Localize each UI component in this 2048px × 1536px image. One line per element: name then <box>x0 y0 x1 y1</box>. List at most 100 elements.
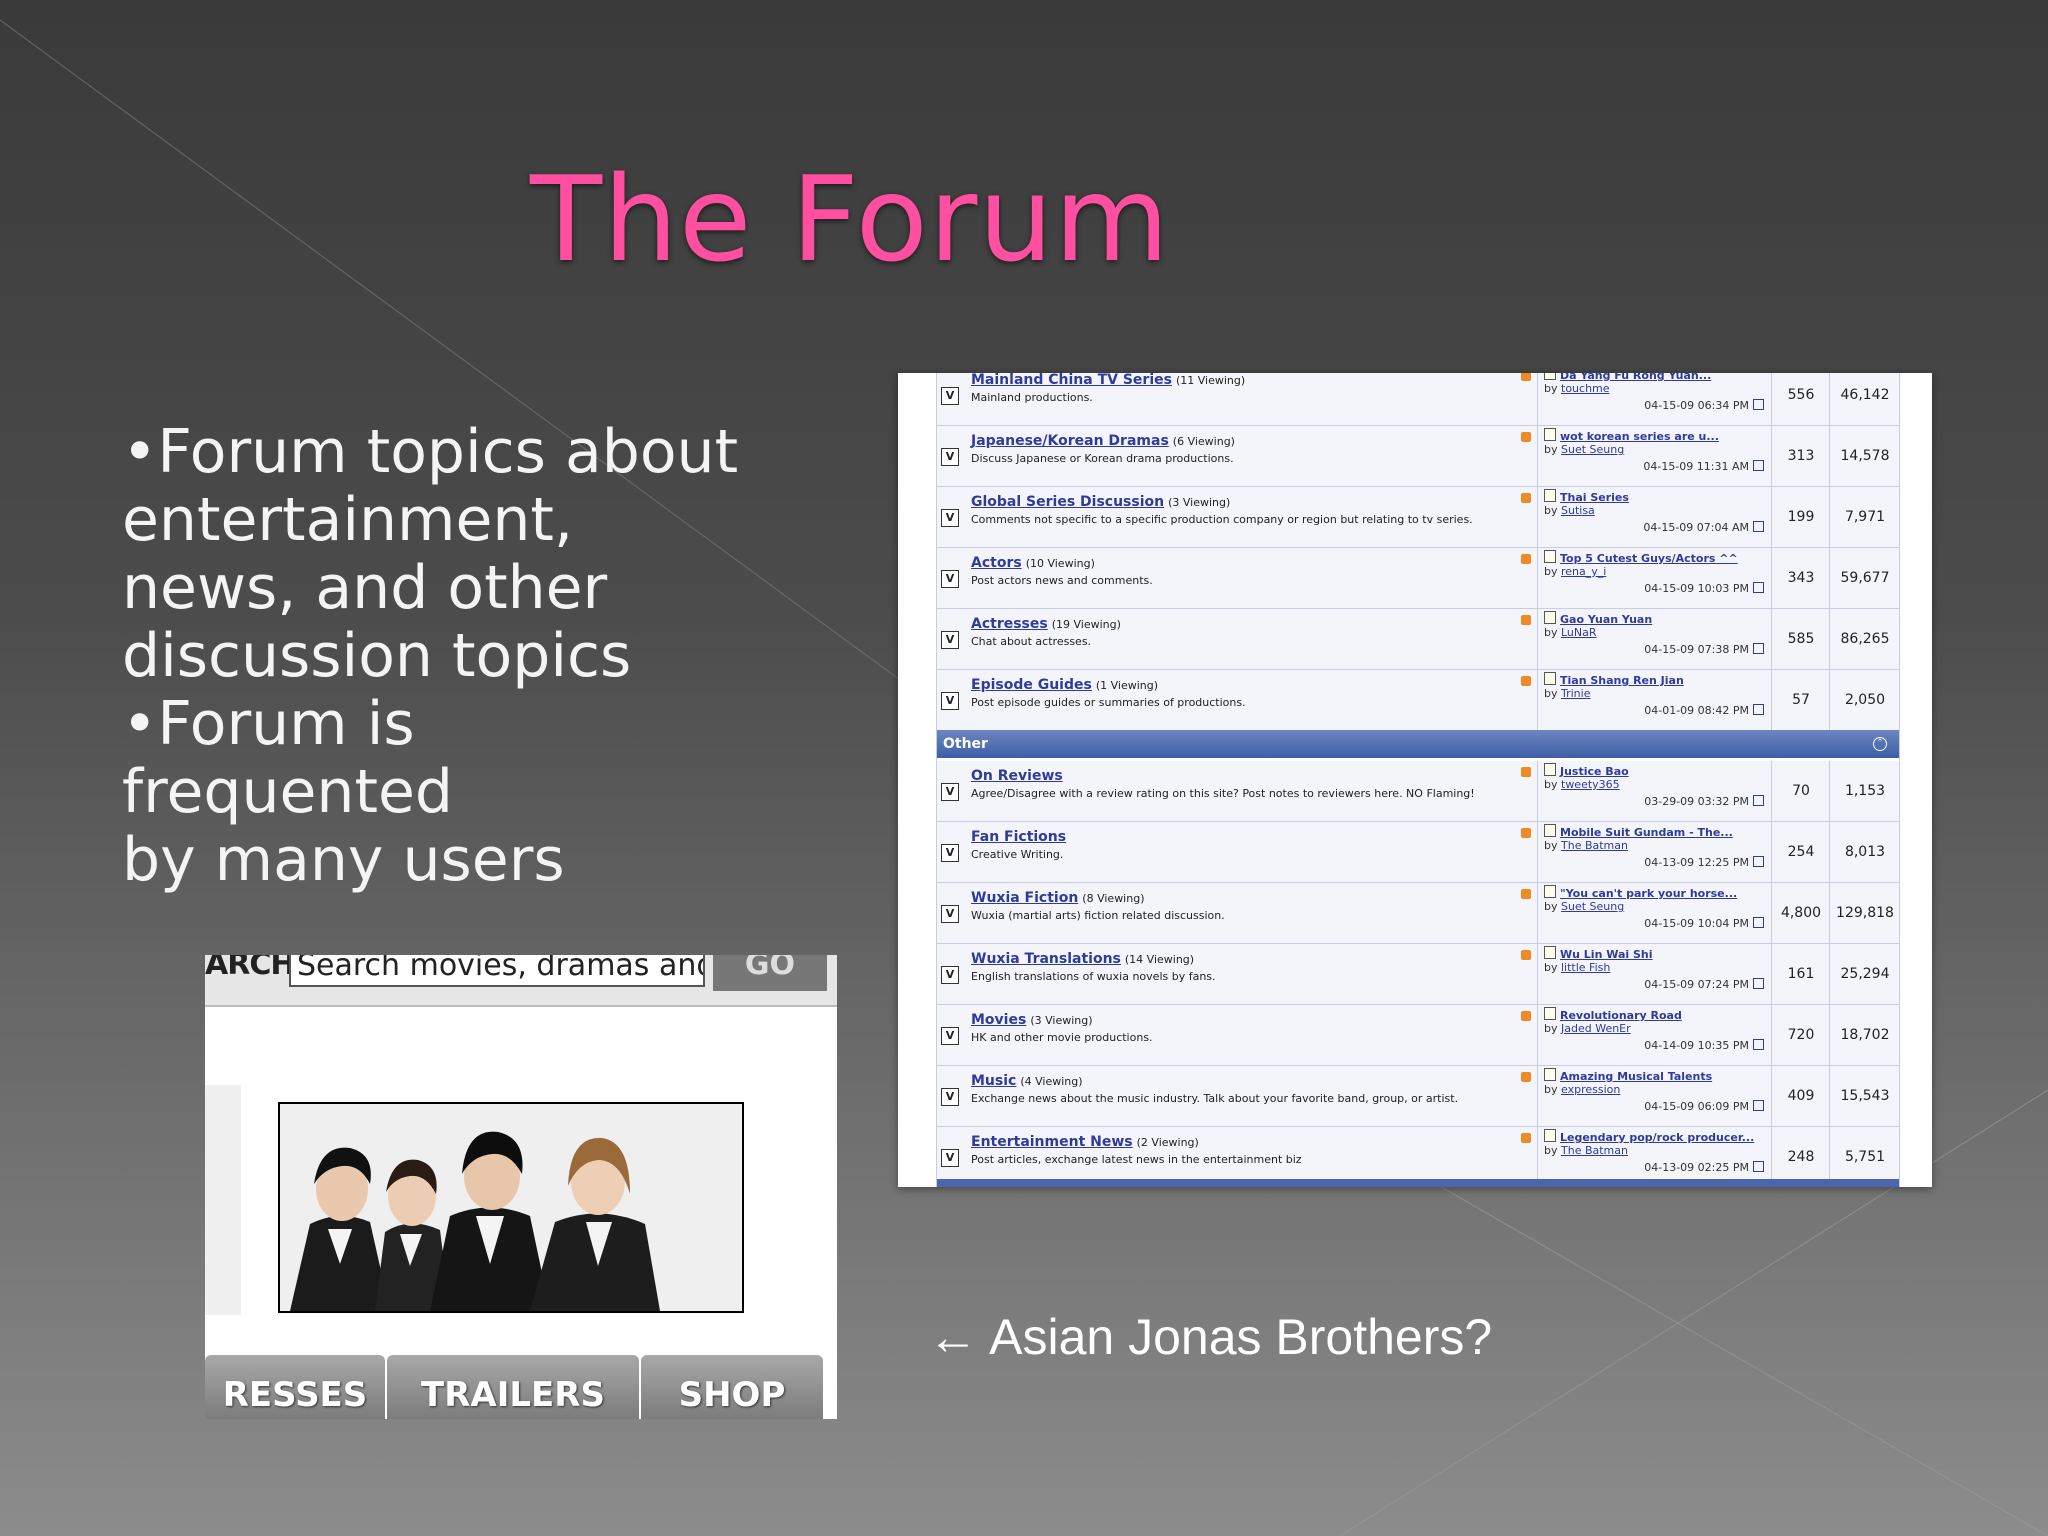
last-post-date: 04-14-09 10:35 PM <box>1644 1039 1764 1052</box>
forum-name-link[interactable]: On Reviews <box>971 768 1063 784</box>
last-post: Mobile Suit Gundam - The... by The Batman… <box>1537 822 1772 882</box>
rss-icon[interactable] <box>1521 889 1531 899</box>
forum-row: V Wuxia Translations (14 Viewing) English t… <box>937 944 1899 1005</box>
go-to-post-icon[interactable] <box>1753 643 1764 654</box>
forum-name-link[interactable]: Music <box>971 1073 1016 1089</box>
author-link[interactable]: rena_y_i <box>1561 565 1606 578</box>
rss-icon[interactable] <box>1521 828 1531 838</box>
thread-count: 409 <box>1771 1066 1830 1126</box>
forum-viewing-count: (4 Viewing) <box>1020 1075 1083 1088</box>
last-post-title[interactable]: Gao Yuan Yuan <box>1544 611 1652 626</box>
tab-shop[interactable]: SHOP <box>641 1355 823 1419</box>
go-to-post-icon[interactable] <box>1753 399 1764 410</box>
author-link[interactable]: expression <box>1561 1083 1620 1096</box>
last-post-title[interactable]: Justice Bao <box>1544 763 1629 778</box>
last-post-title-text[interactable]: Mobile Suit Gundam - The... <box>1560 826 1733 839</box>
go-to-post-icon[interactable] <box>1753 521 1764 532</box>
go-to-post-icon[interactable] <box>1753 1100 1764 1111</box>
last-post-title[interactable]: Revolutionary Road <box>1544 1007 1682 1022</box>
last-post-title[interactable]: Thai Series <box>1544 489 1629 504</box>
last-post-title-text[interactable]: Revolutionary Road <box>1560 1009 1682 1022</box>
rss-icon[interactable] <box>1521 767 1531 777</box>
collapse-icon[interactable]: ˆ <box>1873 737 1887 751</box>
go-to-post-icon[interactable] <box>1753 460 1764 471</box>
last-post-title[interactable]: Mobile Suit Gundam - The... <box>1544 824 1733 839</box>
forum-name-link[interactable]: Japanese/Korean Dramas <box>971 433 1169 449</box>
tab-actresses[interactable]: RESSES <box>205 1355 385 1419</box>
last-post-title-text[interactable]: Da Yang Fu Rong Yuan... <box>1560 373 1711 382</box>
forum-name-link[interactable]: Episode Guides <box>971 677 1092 693</box>
last-post-title-text[interactable]: wot korean series are u... <box>1560 430 1719 443</box>
last-post-title[interactable]: Tian Shang Ren Jian <box>1544 672 1684 687</box>
rss-icon[interactable] <box>1521 1133 1531 1143</box>
author-link[interactable]: little Fish <box>1561 961 1610 974</box>
last-post-title-text[interactable]: Thai Series <box>1560 491 1629 504</box>
last-post-title-text[interactable]: Top 5 Cutest Guys/Actors ^^ <box>1560 552 1738 565</box>
rss-icon[interactable] <box>1521 493 1531 503</box>
last-post-date-text: 04-01-09 08:42 PM <box>1644 704 1749 717</box>
last-post-title-text[interactable]: Amazing Musical Talents <box>1560 1070 1712 1083</box>
post-count: 25,294 <box>1829 944 1900 1004</box>
last-post-title-text[interactable]: Gao Yuan Yuan <box>1560 613 1652 626</box>
rss-icon[interactable] <box>1521 432 1531 442</box>
go-to-post-icon[interactable] <box>1753 704 1764 715</box>
forum-name-link[interactable]: Entertainment News <box>971 1134 1133 1150</box>
last-post-title[interactable]: Wu Lin Wai Shi <box>1544 946 1653 961</box>
last-post-title-text[interactable]: Tian Shang Ren Jian <box>1560 674 1684 687</box>
rss-icon[interactable] <box>1521 554 1531 564</box>
go-to-post-icon[interactable] <box>1753 978 1764 989</box>
author-link[interactable]: Sutisa <box>1561 504 1595 517</box>
forum-name-link[interactable]: Mainland China TV Series <box>971 373 1172 388</box>
last-post-title[interactable]: Amazing Musical Talents <box>1544 1068 1712 1083</box>
go-to-post-icon[interactable] <box>1753 917 1764 928</box>
last-post-title-text[interactable]: "You can't park your horse... <box>1560 887 1737 900</box>
forum-name-link[interactable]: Global Series Discussion <box>971 494 1164 510</box>
author-link[interactable]: Suet Seung <box>1561 443 1624 456</box>
forum-status-icon: V <box>941 631 959 649</box>
last-post-title[interactable]: Top 5 Cutest Guys/Actors ^^ <box>1544 550 1738 565</box>
last-post-author: by LuNaR <box>1544 626 1597 639</box>
go-to-post-icon[interactable] <box>1753 795 1764 806</box>
go-button[interactable]: GO <box>713 955 827 991</box>
rss-icon[interactable] <box>1521 676 1531 686</box>
rss-icon[interactable] <box>1521 1011 1531 1021</box>
forum-row: V Actresses (19 Viewing) Chat about actress… <box>937 609 1899 670</box>
author-link[interactable]: The Batman <box>1561 1144 1628 1157</box>
rss-icon[interactable] <box>1521 950 1531 960</box>
last-post-title[interactable]: Legendary pop/rock producer... <box>1544 1129 1754 1144</box>
forum-name-link[interactable]: Movies <box>971 1012 1026 1028</box>
last-post-title[interactable]: Da Yang Fu Rong Yuan... <box>1544 373 1711 382</box>
author-link[interactable]: touchme <box>1561 382 1610 395</box>
last-post-title[interactable]: "You can't park your horse... <box>1544 885 1737 900</box>
go-to-post-icon[interactable] <box>1753 1161 1764 1172</box>
author-link[interactable]: LuNaR <box>1561 626 1597 639</box>
last-post-date: 04-13-09 02:25 PM <box>1644 1161 1764 1174</box>
forum-name-link[interactable]: Wuxia Translations <box>971 951 1121 967</box>
author-link[interactable]: Suet Seung <box>1561 900 1624 913</box>
post-count: 14,578 <box>1829 426 1900 486</box>
last-post-title[interactable]: wot korean series are u... <box>1544 428 1719 443</box>
forum-name-link[interactable]: Actors <box>971 555 1022 571</box>
forum-info: On Reviews Agree/Disagree with a review r… <box>971 765 1531 800</box>
tab-trailers[interactable]: TRAILERS <box>387 1355 639 1419</box>
forum-name-link[interactable]: Actresses <box>971 616 1048 632</box>
last-post-title-text[interactable]: Legendary pop/rock producer... <box>1560 1131 1754 1144</box>
last-post-title-text[interactable]: Justice Bao <box>1560 765 1629 778</box>
last-post-date-text: 04-15-09 06:34 PM <box>1644 399 1749 412</box>
go-to-post-icon[interactable] <box>1753 1039 1764 1050</box>
go-to-post-icon[interactable] <box>1753 856 1764 867</box>
last-post-title-text[interactable]: Wu Lin Wai Shi <box>1560 948 1653 961</box>
search-input[interactable]: Search movies, dramas and m <box>289 955 705 987</box>
rss-icon[interactable] <box>1521 1072 1531 1082</box>
rss-icon[interactable] <box>1521 373 1531 381</box>
go-to-post-icon[interactable] <box>1753 582 1764 593</box>
forum-row: V Japanese/Korean Dramas (6 Viewing) Discus… <box>937 426 1899 487</box>
author-link[interactable]: Trinie <box>1561 687 1590 700</box>
forum-name-link[interactable]: Fan Fictions <box>971 829 1066 845</box>
forum-section-header[interactable]: Other ˆ <box>937 730 1899 758</box>
author-link[interactable]: tweety365 <box>1561 778 1620 791</box>
author-link[interactable]: The Batman <box>1561 839 1628 852</box>
forum-name-link[interactable]: Wuxia Fiction <box>971 890 1078 906</box>
author-link[interactable]: Jaded WenEr <box>1561 1022 1631 1035</box>
rss-icon[interactable] <box>1521 615 1531 625</box>
